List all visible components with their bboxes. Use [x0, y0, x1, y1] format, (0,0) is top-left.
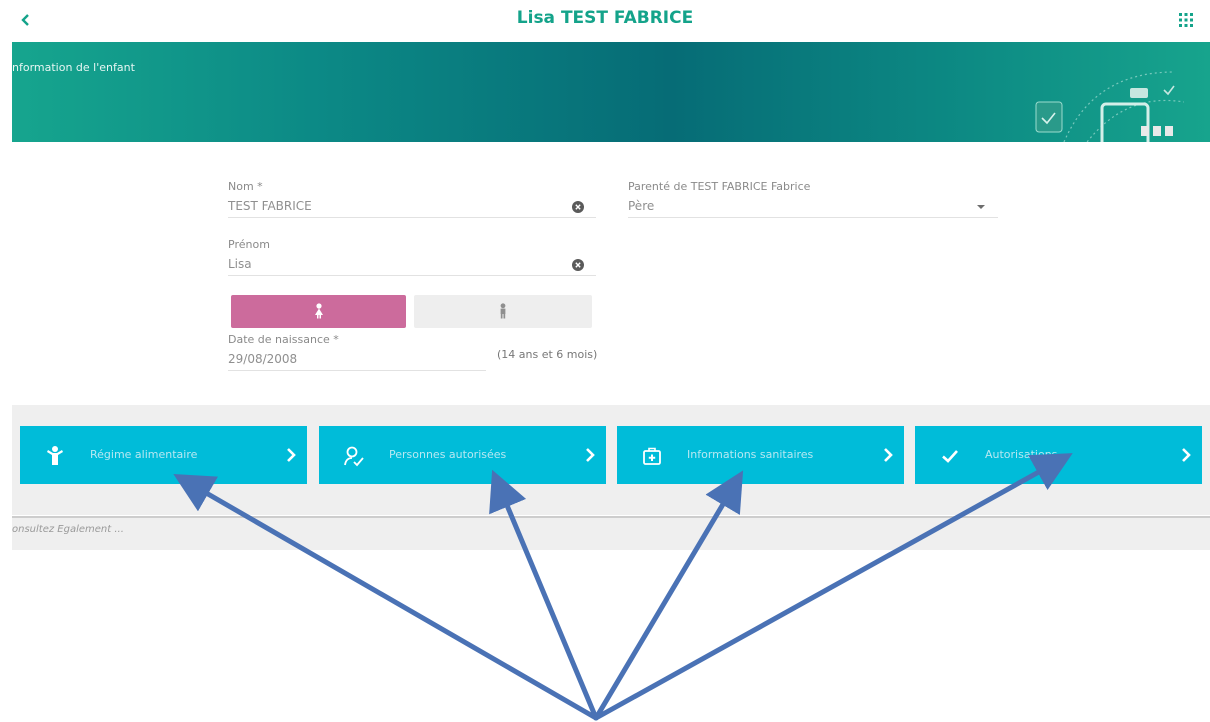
tile-label: Informations sanitaires	[687, 448, 814, 461]
first-name-underline	[228, 275, 596, 276]
tile-label: Régime alimentaire	[90, 448, 198, 461]
age-text: (14 ans et 6 mois)	[497, 348, 598, 361]
child-icon	[47, 446, 63, 465]
apps-menu-button[interactable]	[1176, 10, 1196, 30]
clear-icon[interactable]	[572, 259, 584, 271]
last-name-field[interactable]: Nom * TEST FABRICE	[228, 180, 596, 218]
birth-date-value[interactable]: 29/08/2008	[228, 348, 486, 370]
girl-icon	[314, 303, 323, 319]
last-name-value[interactable]: TEST FABRICE	[228, 195, 596, 217]
first-name-field[interactable]: Prénom Lisa	[228, 238, 596, 276]
tile-health-information[interactable]: Informations sanitaires	[617, 426, 904, 484]
person-check-icon	[344, 446, 364, 467]
birth-date-field[interactable]: Date de naissance * 29/08/2008	[228, 333, 486, 371]
gender-boy-button[interactable]	[414, 295, 592, 328]
see-also-text: onsultez Egalement ...	[12, 524, 124, 535]
page-title: Lisa TEST FABRICE	[516, 8, 694, 28]
calendar-tablet-illustration	[1035, 71, 1184, 142]
banner-title: nformation de l'enfant	[12, 61, 135, 74]
caret-down-icon[interactable]	[976, 203, 986, 211]
last-name-label: Nom *	[228, 180, 263, 193]
boy-icon	[500, 303, 506, 319]
see-also-bar: onsultez Egalement ...	[12, 518, 1210, 550]
banner-left-edge	[0, 42, 12, 142]
tile-authorizations[interactable]: Autorisations	[915, 426, 1202, 484]
gender-girl-button[interactable]	[231, 295, 406, 328]
apps-grid-icon	[1179, 13, 1193, 27]
page: Lisa TEST FABRICE nformation de l'enfant	[0, 0, 1210, 722]
first-name-value[interactable]: Lisa	[228, 253, 596, 275]
top-bar: Lisa TEST FABRICE	[0, 0, 1210, 42]
last-name-underline	[228, 217, 596, 218]
chevron-right-icon	[1182, 448, 1191, 462]
first-name-label: Prénom	[228, 238, 270, 251]
tile-authorized-persons[interactable]: Personnes autorisées	[319, 426, 606, 484]
check-icon	[942, 450, 958, 463]
relationship-underline	[628, 217, 998, 218]
birth-date-underline	[228, 370, 486, 371]
relationship-select[interactable]: Parenté de TEST FABRICE Fabrice Père	[628, 180, 998, 218]
tile-dietary-regime[interactable]: Régime alimentaire	[20, 426, 307, 484]
chevron-right-icon	[287, 448, 296, 462]
birth-date-label: Date de naissance *	[228, 333, 339, 346]
relationship-label: Parenté de TEST FABRICE Fabrice	[628, 180, 811, 193]
tile-label: Personnes autorisées	[389, 448, 507, 461]
chevron-right-icon	[884, 448, 893, 462]
tile-label: Autorisations	[985, 448, 1058, 461]
first-aid-icon	[643, 447, 661, 465]
clear-icon[interactable]	[572, 201, 584, 213]
section-banner: nformation de l'enfant	[12, 42, 1210, 142]
chevron-right-icon	[586, 448, 595, 462]
relationship-value[interactable]: Père	[628, 195, 998, 217]
